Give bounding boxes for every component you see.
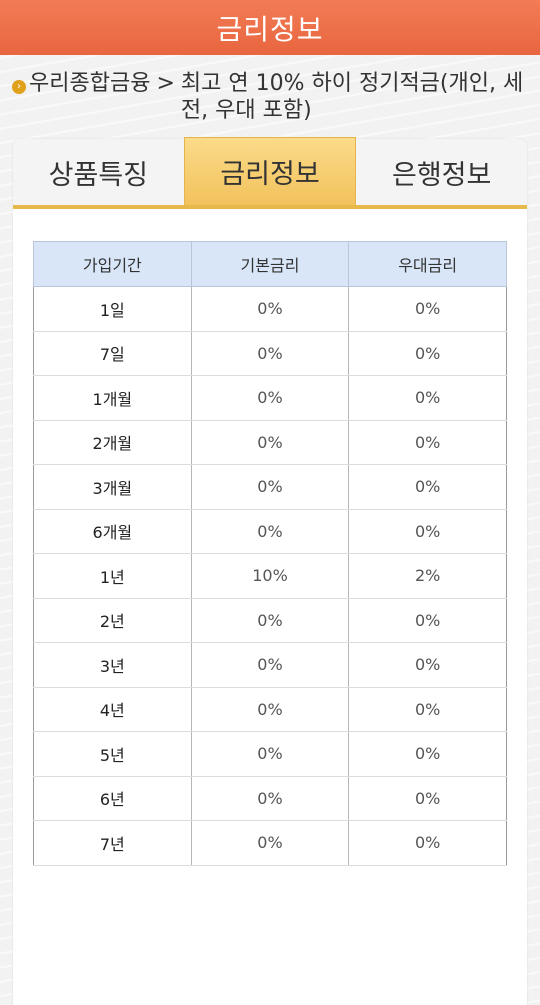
cell-bonus-rate: 2% xyxy=(348,553,507,599)
tab-bar: 상품특징 금리정보 은행정보 xyxy=(13,137,527,209)
tab-label: 은행정보 xyxy=(391,159,492,191)
page-title-text: 금리정보 xyxy=(216,12,324,46)
cell-base-rate: 0% xyxy=(190,420,349,465)
cell-period: 6년 xyxy=(33,776,192,821)
cell-period: 1개월 xyxy=(33,375,192,421)
breadcrumb-separator: > xyxy=(156,71,175,96)
cell-bonus-rate: 0% xyxy=(348,820,507,866)
cell-base-rate: 0% xyxy=(190,820,349,866)
cell-bonus-rate: 0% xyxy=(348,420,507,465)
cell-bonus-rate: 0% xyxy=(348,598,507,643)
page-title: 금리정보 xyxy=(0,0,540,55)
breadcrumb: › 우리종합금융 > 최고 연 10% 하이 정기적금(개인, 세전, 우대 포… xyxy=(12,70,532,124)
column-header-bonus-rate: 우대금리 xyxy=(348,241,507,287)
cell-base-rate: 0% xyxy=(190,687,349,732)
tab-label: 금리정보 xyxy=(220,159,320,190)
tab-bank-info[interactable]: 은행정보 xyxy=(356,139,527,205)
cell-bonus-rate: 0% xyxy=(348,776,507,821)
table-row: 3개월 0% 0% xyxy=(33,464,507,510)
tab-rate-info[interactable]: 금리정보 xyxy=(183,137,357,205)
cell-period: 1년 xyxy=(33,553,192,599)
column-header-period: 가입기간 xyxy=(33,241,192,287)
cell-period: 7일 xyxy=(33,331,192,376)
cell-bonus-rate: 0% xyxy=(348,509,507,554)
cell-base-rate: 0% xyxy=(190,464,349,510)
cell-base-rate: 0% xyxy=(190,642,349,688)
cell-period: 3개월 xyxy=(33,464,192,510)
cell-bonus-rate: 0% xyxy=(348,687,507,732)
cell-base-rate: 0% xyxy=(190,375,349,421)
table-row: 3년 0% 0% xyxy=(33,642,507,688)
table-row: 6개월 0% 0% xyxy=(33,509,507,554)
cell-bonus-rate: 0% xyxy=(348,331,507,376)
rate-table: 가입기간 기본금리 우대금리 1일 0% 0% 7일 0% 0% 1개월 0% … xyxy=(33,241,507,866)
table-row: 7년 0% 0% xyxy=(33,820,507,866)
table-row: 2년 0% 0% xyxy=(33,598,507,643)
column-header-base-rate: 기본금리 xyxy=(190,241,350,287)
cell-base-rate: 0% xyxy=(190,286,349,332)
cell-bonus-rate: 0% xyxy=(348,375,507,421)
cell-base-rate: 0% xyxy=(190,731,349,777)
cell-bonus-rate: 0% xyxy=(348,642,507,688)
cell-bonus-rate: 0% xyxy=(348,731,507,777)
cell-period: 2개월 xyxy=(33,420,192,465)
table-row: 2개월 0% 0% xyxy=(33,420,507,465)
breadcrumb-parent[interactable]: 우리종합금융 xyxy=(29,70,150,97)
table-row: 7일 0% 0% xyxy=(33,331,507,376)
cell-period: 5년 xyxy=(33,731,192,777)
cell-base-rate: 0% xyxy=(190,331,349,376)
table-row: 1년 10% 2% xyxy=(33,553,507,599)
cell-base-rate: 0% xyxy=(190,509,349,554)
table-row: 1개월 0% 0% xyxy=(33,375,507,421)
cell-period: 7년 xyxy=(33,820,192,866)
cell-period: 3년 xyxy=(33,642,192,688)
tab-product-features[interactable]: 상품특징 xyxy=(13,139,184,205)
cell-base-rate: 10% xyxy=(190,553,349,599)
cell-base-rate: 0% xyxy=(190,598,349,643)
cell-bonus-rate: 0% xyxy=(348,286,507,332)
cell-bonus-rate: 0% xyxy=(348,464,507,510)
cell-period: 6개월 xyxy=(33,509,192,554)
cell-period: 4년 xyxy=(33,687,192,732)
cell-base-rate: 0% xyxy=(190,776,349,821)
table-row: 6년 0% 0% xyxy=(33,776,507,821)
product-card: 상품특징 금리정보 은행정보 가입기간 기본금리 우대금리 1일 0% 0% 7… xyxy=(13,137,527,1005)
table-row: 1일 0% 0% xyxy=(33,286,507,332)
chevron-circle-icon: › xyxy=(12,80,26,94)
table-row: 5년 0% 0% xyxy=(33,731,507,777)
table-header-row: 가입기간 기본금리 우대금리 xyxy=(33,241,507,287)
breadcrumb-current: 최고 연 10% 하이 정기적금(개인, 세전, 우대 포함) xyxy=(180,71,524,123)
table-row: 4년 0% 0% xyxy=(33,687,507,732)
cell-period: 2년 xyxy=(33,598,192,643)
cell-period: 1일 xyxy=(33,286,192,332)
tab-label: 상품특징 xyxy=(48,159,149,191)
